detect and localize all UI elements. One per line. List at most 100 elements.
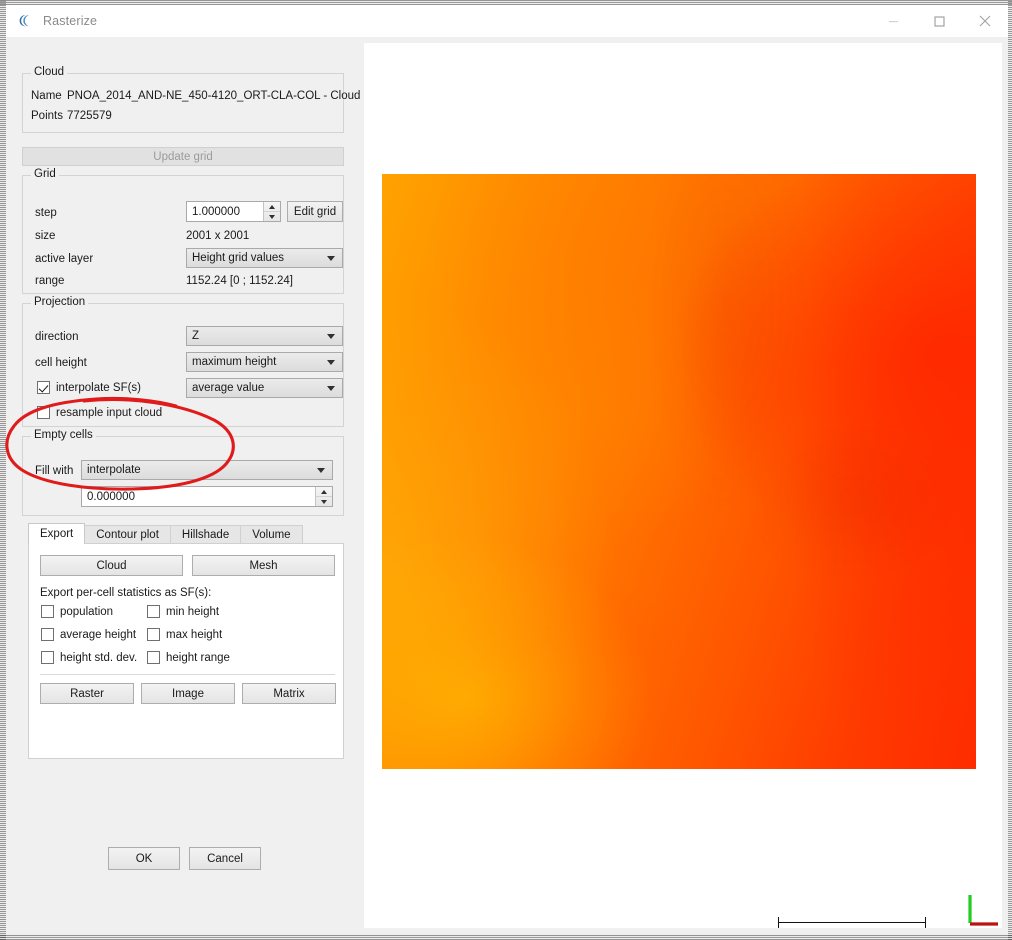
export-raster-button[interactable]: Raster [40,683,134,704]
fill-with-value: interpolate [87,464,141,476]
dialog-body: Cloud Name PNOA_2014_AND-NE_450-4120_ORT… [6,37,1008,934]
stat-max-height-checkbox[interactable]: max height [147,628,222,641]
cloudcompare-icon [18,13,34,29]
interpolate-sf-value: average value [192,382,264,394]
grid-active-layer-combo[interactable]: Height grid values [186,248,343,268]
grid-size-label: size [35,230,55,242]
projection-group: Projection direction Z cell height maxim… [22,303,344,427]
fill-with-label: Fill with [35,465,73,477]
preview-pane: 500 [358,37,1008,934]
empty-cell-increment[interactable] [316,487,332,497]
screen-root: Rasterize Cloud Name [0,0,1012,940]
stat-height-range-label: height range [166,652,230,664]
empty-cells-group: Empty cells Fill with interpolate 0.0000… [22,436,344,516]
desktop-edge-right [1008,0,1012,940]
grid-active-layer-label: active layer [35,253,93,265]
rasterize-dialog-window: Rasterize Cloud Name [6,5,1008,934]
stat-average-height-label: average height [60,629,136,641]
tab-export[interactable]: Export [28,523,85,544]
empty-cell-spin-buttons[interactable] [315,487,332,506]
projection-direction-combo[interactable]: Z [186,326,343,346]
projection-cell-height-label: cell height [35,357,87,369]
export-matrix-button[interactable]: Matrix [242,683,336,704]
interpolate-sf-checkbox[interactable]: interpolate SF(s) [37,381,141,394]
axis-gizmo-icon [960,891,1002,928]
checkbox-indicator [41,651,54,664]
update-grid-button[interactable]: Update grid [22,147,344,166]
resample-input-cloud-checkbox[interactable]: resample input cloud [37,406,162,419]
cloud-group: Cloud Name PNOA_2014_AND-NE_450-4120_ORT… [22,73,344,133]
stat-max-height-label: max height [166,629,222,641]
projection-direction-label: direction [35,331,78,343]
chevron-down-icon [327,334,335,339]
checkbox-indicator [37,406,50,419]
close-button[interactable] [962,5,1008,37]
maximize-button[interactable] [916,5,962,37]
checkbox-indicator [37,381,50,394]
tab-volume[interactable]: Volume [240,525,302,544]
minimize-button[interactable] [870,5,916,37]
stat-height-std-dev-checkbox[interactable]: height std. dev. [41,651,137,664]
projection-cell-height-combo[interactable]: maximum height [186,352,343,372]
grid-step-spin-buttons[interactable] [263,202,280,221]
empty-cell-decrement[interactable] [316,497,332,506]
grid-range-label: range [35,275,64,287]
rasterized-height-map [382,174,976,769]
grid-group-legend: Grid [31,168,59,180]
interpolate-sf-combo[interactable]: average value [186,378,343,398]
grid-step-label: step [35,207,57,219]
export-cloud-button[interactable]: Cloud [40,555,183,576]
projection-cell-height-value: maximum height [192,356,276,368]
checkbox-indicator [147,605,160,618]
stat-height-range-checkbox[interactable]: height range [147,651,230,664]
cloud-group-legend: Cloud [31,66,67,78]
empty-cells-group-legend: Empty cells [31,429,96,441]
export-divider [40,674,335,675]
scale-bar [778,922,926,923]
export-tabbar: Export Contour plot Hillshade Volume [28,524,344,544]
chevron-down-icon [317,468,325,473]
stat-population-checkbox[interactable]: population [41,605,113,618]
fill-with-combo[interactable]: interpolate [81,460,333,480]
cloud-points-value: 7725579 [67,110,112,122]
export-image-button[interactable]: Image [141,683,235,704]
tab-hillshade[interactable]: Hillshade [170,525,241,544]
grid-step-decrement[interactable] [264,212,280,221]
stat-average-height-checkbox[interactable]: average height [41,628,136,641]
grid-active-layer-value: Height grid values [192,252,284,264]
export-stats-title: Export per-cell statistics as SF(s): [40,587,211,599]
empty-cell-value-spinbox[interactable]: 0.000000 [81,486,333,507]
checkbox-indicator [147,651,160,664]
ok-button[interactable]: OK [108,847,180,870]
chevron-down-icon [327,386,335,391]
chevron-down-icon [327,360,335,365]
grid-step-spinbox[interactable]: 1.000000 [186,201,281,222]
export-mesh-button[interactable]: Mesh [192,555,335,576]
raster-preview-canvas[interactable]: 500 [364,43,1002,928]
stat-min-height-checkbox[interactable]: min height [147,605,219,618]
export-tab-panel: Cloud Mesh Export per-cell statistics as… [28,543,344,759]
tab-contour-plot[interactable]: Contour plot [84,525,171,544]
cloud-name-label: Name [31,90,62,102]
settings-pane: Cloud Name PNOA_2014_AND-NE_450-4120_ORT… [6,37,358,934]
stat-population-label: population [60,606,113,618]
interpolate-sf-label: interpolate SF(s) [56,382,141,394]
grid-size-value: 2001 x 2001 [186,230,249,242]
checkbox-indicator [147,628,160,641]
projection-direction-value: Z [192,330,199,342]
resample-input-cloud-label: resample input cloud [56,407,162,419]
grid-group: Grid step 1.000000 Edit grid size 2001 x… [22,175,344,294]
checkbox-indicator [41,628,54,641]
grid-range-value: 1152.24 [0 ; 1152.24] [186,275,293,287]
stat-height-std-dev-label: height std. dev. [60,652,137,664]
desktop-edge-bottom [0,934,1012,940]
edit-grid-button[interactable]: Edit grid [287,201,343,222]
empty-cell-value: 0.000000 [87,491,135,503]
stat-min-height-label: min height [166,606,219,618]
cloud-points-label: Points [31,110,63,122]
cloud-name-value: PNOA_2014_AND-NE_450-4120_ORT-CLA-COL - … [67,90,360,102]
grid-step-increment[interactable] [264,202,280,212]
cancel-button[interactable]: Cancel [189,847,261,870]
window-controls [870,5,1008,37]
grid-step-value: 1.000000 [192,206,240,218]
